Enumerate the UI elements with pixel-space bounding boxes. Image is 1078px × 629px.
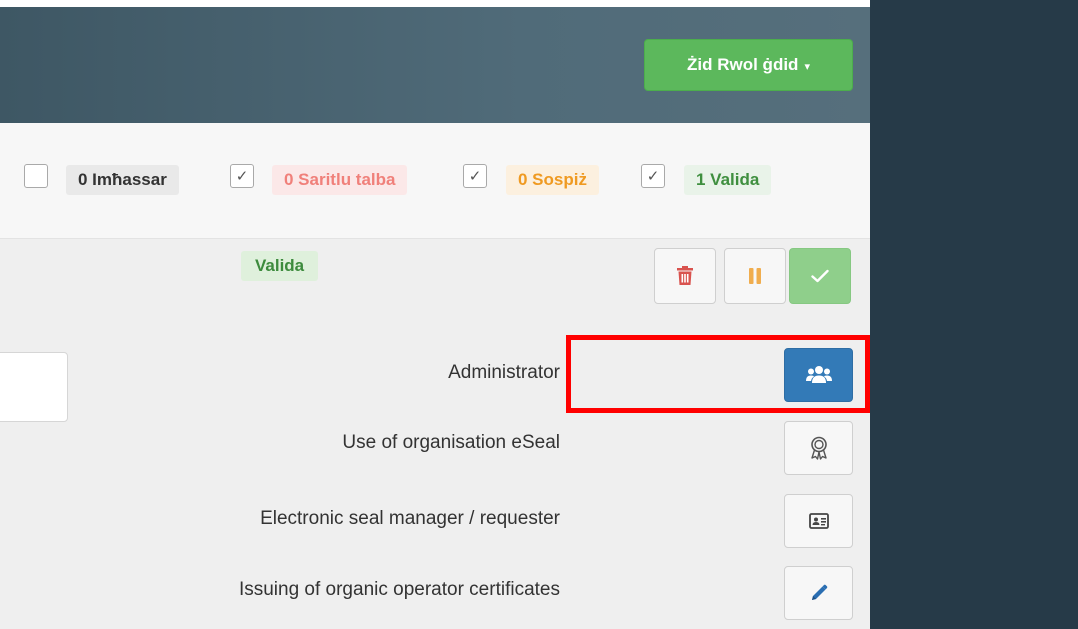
role-button-administrator[interactable] xyxy=(784,348,853,402)
role-label-seal-manager: Electronic seal manager / requester xyxy=(260,508,560,529)
filter-suspended-checkbox[interactable]: ✓ xyxy=(463,164,487,188)
top-strip xyxy=(0,0,870,7)
pencil-icon xyxy=(811,584,827,600)
role-button-seal-manager[interactable] xyxy=(784,494,853,548)
delete-button[interactable] xyxy=(654,248,716,304)
right-gutter xyxy=(870,0,1078,629)
filter-pending-checkbox[interactable] xyxy=(24,164,48,188)
role-button-eseal[interactable] xyxy=(784,421,853,475)
suspend-button[interactable] xyxy=(724,248,786,304)
approve-button[interactable] xyxy=(789,248,851,304)
role-label-eseal: Use of organisation eSeal xyxy=(342,432,560,453)
filter-valid-label: 1 Valida xyxy=(684,165,772,195)
check-icon: ✓ xyxy=(235,167,249,185)
award-icon xyxy=(810,436,827,460)
role-label-administrator: Administrator xyxy=(448,362,560,383)
pause-icon xyxy=(749,268,761,284)
filter-rejected-label: 0 Saritlu talba xyxy=(272,165,408,195)
check-icon xyxy=(811,269,829,283)
filter-suspended-label: 0 Sospiż xyxy=(506,165,599,195)
filter-valid-checkbox[interactable]: ✓ xyxy=(641,164,665,188)
role-button-issuing-certificates[interactable] xyxy=(784,566,853,620)
chevron-down-icon: ▾ xyxy=(804,60,810,73)
text-input-field[interactable] xyxy=(0,352,68,422)
add-role-label: Żid Rwol ġdid xyxy=(687,55,799,74)
status-badge: Valida xyxy=(241,251,319,281)
check-icon: ✓ xyxy=(468,167,482,185)
main-panel: Żid Rwol ġdid ▾ 0 Imħassar ✓ 0 Saritlu t… xyxy=(0,0,870,629)
add-role-button[interactable]: Żid Rwol ġdid ▾ xyxy=(644,39,853,91)
check-icon: ✓ xyxy=(646,167,660,185)
id-card-icon xyxy=(808,513,829,529)
filter-rejected-checkbox[interactable]: ✓ xyxy=(230,164,254,188)
filter-pending-label: 0 Imħassar xyxy=(66,165,179,195)
role-label-issuing-certificates: Issuing of organic operator certificates xyxy=(238,579,560,600)
users-icon xyxy=(805,366,832,383)
trash-icon xyxy=(677,266,693,285)
